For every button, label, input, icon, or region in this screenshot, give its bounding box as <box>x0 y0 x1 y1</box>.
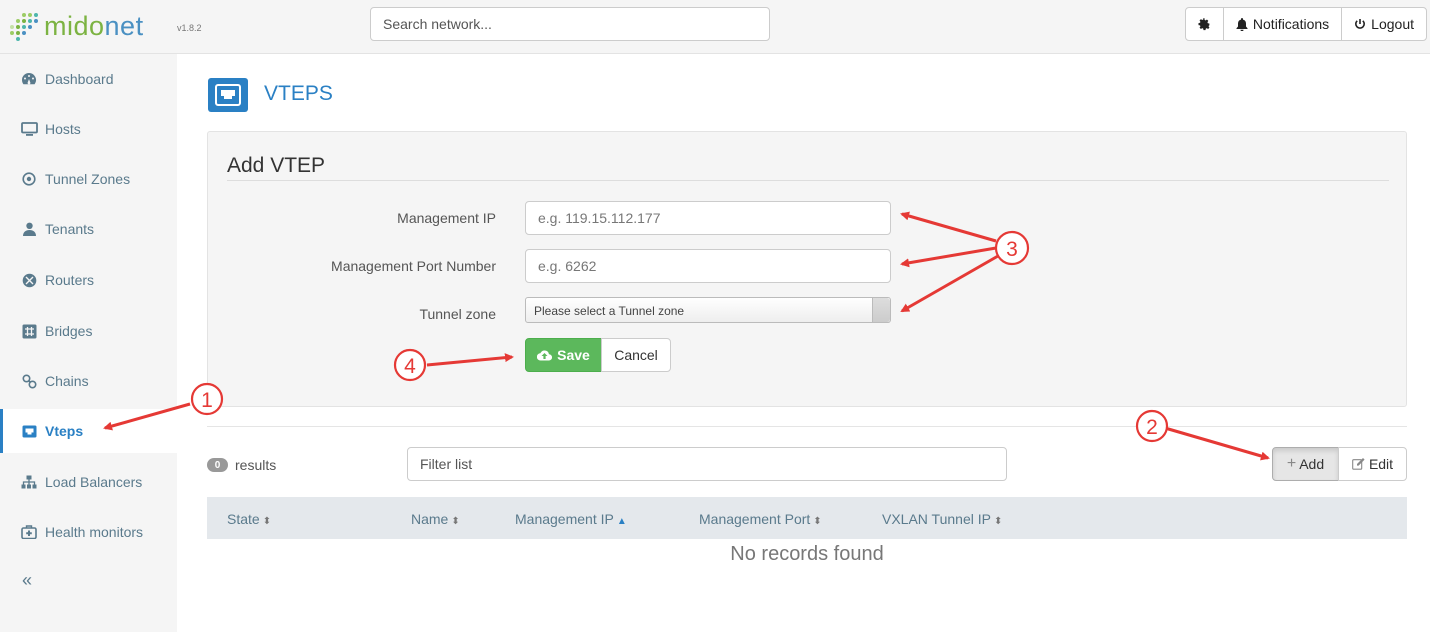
add-button[interactable]: + Add <box>1272 447 1339 481</box>
sidebar-item-vteps[interactable]: Vteps <box>0 409 177 453</box>
bell-icon <box>1236 17 1248 31</box>
section-divider <box>207 426 1407 427</box>
sidebar-item-label: Health monitors <box>45 524 144 540</box>
sidebar-item-load-balancers[interactable]: Load Balancers <box>0 460 177 504</box>
search-input[interactable] <box>370 7 770 41</box>
gear-icon <box>1198 17 1210 30</box>
sidebar-item-label: Vteps <box>45 423 84 439</box>
power-icon <box>1355 19 1366 29</box>
column-header-state[interactable]: State ⬍ <box>227 511 271 527</box>
table-header: State ⬍ Name ⬍ Management IP ▲ Management P… <box>207 497 1407 539</box>
link-icon <box>20 373 38 389</box>
sidebar-item-chains[interactable]: Chains <box>0 359 177 403</box>
sort-icon: ⬍ <box>993 516 1003 527</box>
edit-label: Edit <box>1368 456 1394 472</box>
chevron-down-icon[interactable] <box>872 298 890 322</box>
sidebar-item-health-monitors[interactable]: Health monitors <box>0 510 177 554</box>
sidebar-item-hosts[interactable]: Hosts <box>0 107 177 151</box>
target-icon <box>20 171 38 187</box>
save-button[interactable]: Save <box>525 338 602 372</box>
sidebar: Dashboard Hosts Tunnel Zones Tenants Rou… <box>0 54 177 632</box>
plus-icon: + <box>1286 455 1297 472</box>
midonet-logo[interactable]: midonet <box>8 10 144 42</box>
annotation-number-2: 2 <box>1146 416 1158 439</box>
edit-icon <box>1352 458 1365 470</box>
sort-icon: ⬍ <box>813 516 822 527</box>
management-ip-field[interactable] <box>525 201 891 235</box>
top-bar: midonet v1.8.2 Notifications Logout <box>0 0 1430 54</box>
sidebar-item-label: Dashboard <box>45 71 114 87</box>
sidebar-item-tenants[interactable]: Tenants <box>0 207 177 251</box>
page-title: VTEPS <box>264 82 333 105</box>
empty-table-message: No records found <box>730 543 884 565</box>
add-vtep-panel: Add VTEP Management IP Management Port N… <box>207 131 1407 407</box>
column-header-management-port[interactable]: Management Port ⬍ <box>699 511 822 527</box>
cancel-button[interactable]: Cancel <box>601 338 671 372</box>
dashboard-icon <box>20 71 38 87</box>
sitemap-icon <box>20 474 38 490</box>
sidebar-item-label: Hosts <box>45 121 81 137</box>
column-header-name[interactable]: Name ⬍ <box>411 511 460 527</box>
notifications-button[interactable]: Notifications <box>1222 7 1343 41</box>
settings-button[interactable] <box>1184 7 1224 41</box>
filter-list-input[interactable] <box>407 447 1007 481</box>
add-vtep-title: Add VTEP <box>227 154 326 177</box>
annotation-arrow-2 <box>1164 426 1270 461</box>
sidebar-item-label: Tenants <box>45 221 95 237</box>
monitor-icon <box>20 121 38 137</box>
panel-divider <box>227 180 1389 181</box>
sidebar-item-label: Load Balancers <box>45 474 143 490</box>
tunnel-zone-selected-value: Please select a Tunnel zone <box>534 304 685 318</box>
sidebar-item-bridges[interactable]: Bridges <box>0 309 177 353</box>
sidebar-item-label: Chains <box>45 373 89 389</box>
sidebar-item-label: Tunnel Zones <box>45 171 131 187</box>
sort-icon: ⬍ <box>262 516 272 527</box>
logo-dots-icon <box>8 11 42 41</box>
logout-button[interactable]: Logout <box>1341 7 1427 41</box>
sidebar-item-routers[interactable]: Routers <box>0 258 177 302</box>
user-icon <box>20 221 38 237</box>
edit-button[interactable]: Edit <box>1338 447 1407 481</box>
bridge-icon <box>20 323 38 339</box>
sidebar-item-tunnel-zones[interactable]: Tunnel Zones <box>0 157 177 201</box>
router-icon <box>20 272 38 288</box>
collapse-sidebar-button[interactable]: « <box>22 570 32 591</box>
notifications-label: Notifications <box>1252 16 1330 32</box>
tunnel-zone-select[interactable]: Please select a Tunnel zone <box>525 297 891 323</box>
medkit-icon <box>20 524 38 540</box>
sort-icon: ⬍ <box>451 516 460 527</box>
sort-ascending-icon: ▲ <box>616 516 627 527</box>
results-label: results <box>235 457 277 473</box>
management-ip-label: Management IP <box>397 210 496 226</box>
top-actions: Notifications Logout <box>1184 7 1427 41</box>
vtep-icon <box>20 423 38 439</box>
version-label: v1.8.2 <box>177 23 202 33</box>
add-label: Add <box>1299 456 1325 472</box>
management-port-label: Management Port Number <box>331 258 496 274</box>
sidebar-item-label: Bridges <box>45 323 93 339</box>
save-label: Save <box>557 347 590 363</box>
management-port-field[interactable] <box>525 249 891 283</box>
tunnel-zone-label: Tunnel zone <box>419 306 496 322</box>
logout-label: Logout <box>1371 16 1414 32</box>
sidebar-item-label: Routers <box>45 272 95 288</box>
cloud-upload-icon <box>537 350 553 361</box>
logo-text: midonet <box>44 10 144 41</box>
vtep-icon <box>208 78 248 112</box>
sidebar-item-dashboard[interactable]: Dashboard <box>0 57 177 101</box>
column-header-management-ip[interactable]: Management IP ▲ <box>515 511 627 527</box>
results-count-badge: 0 <box>207 458 228 472</box>
column-header-vxlan-tunnel-ip[interactable]: VXLAN Tunnel IP ⬍ <box>882 511 1002 527</box>
